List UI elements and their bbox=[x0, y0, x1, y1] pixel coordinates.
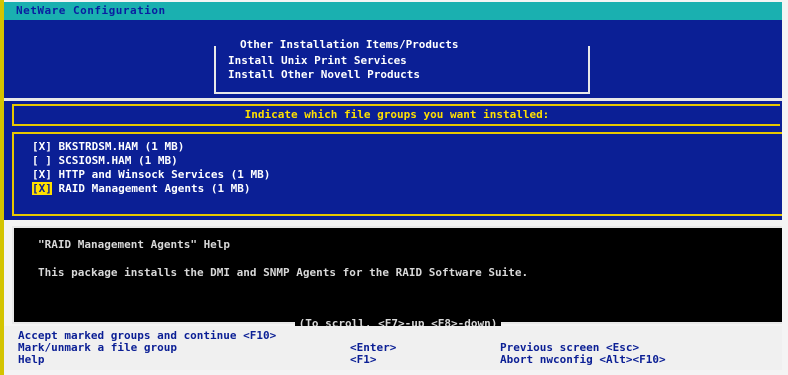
file-group-label: BKSTRDSM.HAM (1 MB) bbox=[58, 140, 185, 153]
prompt-text: Indicate which file groups you want inst… bbox=[12, 104, 780, 126]
key-code: <Alt><F10> bbox=[599, 353, 666, 366]
help-panel: "RAID Management Agents" Help This packa… bbox=[12, 226, 782, 330]
file-group-label: SCSIOSM.HAM (1 MB) bbox=[58, 154, 178, 167]
list-frame: [X] BKSTRDSM.HAM (1 MB) [ ] SCSIOSM.HAM … bbox=[12, 132, 782, 216]
checkbox[interactable]: [X] bbox=[32, 168, 52, 181]
key-code: <F10> bbox=[243, 329, 277, 342]
key-legend: Accept marked groups and continue <F10> … bbox=[4, 326, 782, 370]
installation-menu: Other Installation Items/Products Instal… bbox=[214, 38, 590, 94]
window-title: NetWare Configuration bbox=[4, 2, 782, 20]
menu-item-unix-print[interactable]: Install Unix Print Services bbox=[228, 54, 407, 67]
menu-title: Other Installation Items/Products bbox=[234, 38, 465, 51]
key-label: Abort nwconfig bbox=[500, 353, 593, 366]
file-group-item[interactable]: [ ] SCSIOSM.HAM (1 MB) bbox=[32, 154, 178, 168]
key-help[interactable]: Help bbox=[18, 354, 45, 366]
file-group-label: HTTP and Winsock Services (1 MB) bbox=[58, 168, 271, 181]
checkbox-cursor[interactable]: [X] bbox=[32, 182, 52, 195]
help-body: This package installs the DMI and SNMP A… bbox=[38, 266, 529, 279]
menu-item-novell-products[interactable]: Install Other Novell Products bbox=[228, 68, 420, 81]
file-group-item[interactable]: [X] HTTP and Winsock Services (1 MB) bbox=[32, 168, 270, 182]
checkbox[interactable]: [ ] bbox=[32, 154, 52, 167]
help-title: "RAID Management Agents" Help bbox=[38, 238, 231, 251]
file-group-label: RAID Management Agents (1 MB) bbox=[58, 182, 251, 195]
key-abort[interactable]: Abort nwconfig <Alt><F10> bbox=[500, 354, 666, 366]
file-group-item-selected[interactable]: [X] RAID Management Agents (1 MB) bbox=[32, 182, 251, 196]
key-help-code: <F1> bbox=[350, 353, 377, 366]
file-group-item[interactable]: [X] BKSTRDSM.HAM (1 MB) bbox=[32, 140, 184, 154]
file-group-list: [X] BKSTRDSM.HAM (1 MB) [ ] SCSIOSM.HAM … bbox=[4, 126, 782, 220]
key-label: Help bbox=[18, 353, 45, 366]
menu-area: Other Installation Items/Products Instal… bbox=[4, 20, 782, 98]
checkbox[interactable]: [X] bbox=[32, 140, 52, 153]
